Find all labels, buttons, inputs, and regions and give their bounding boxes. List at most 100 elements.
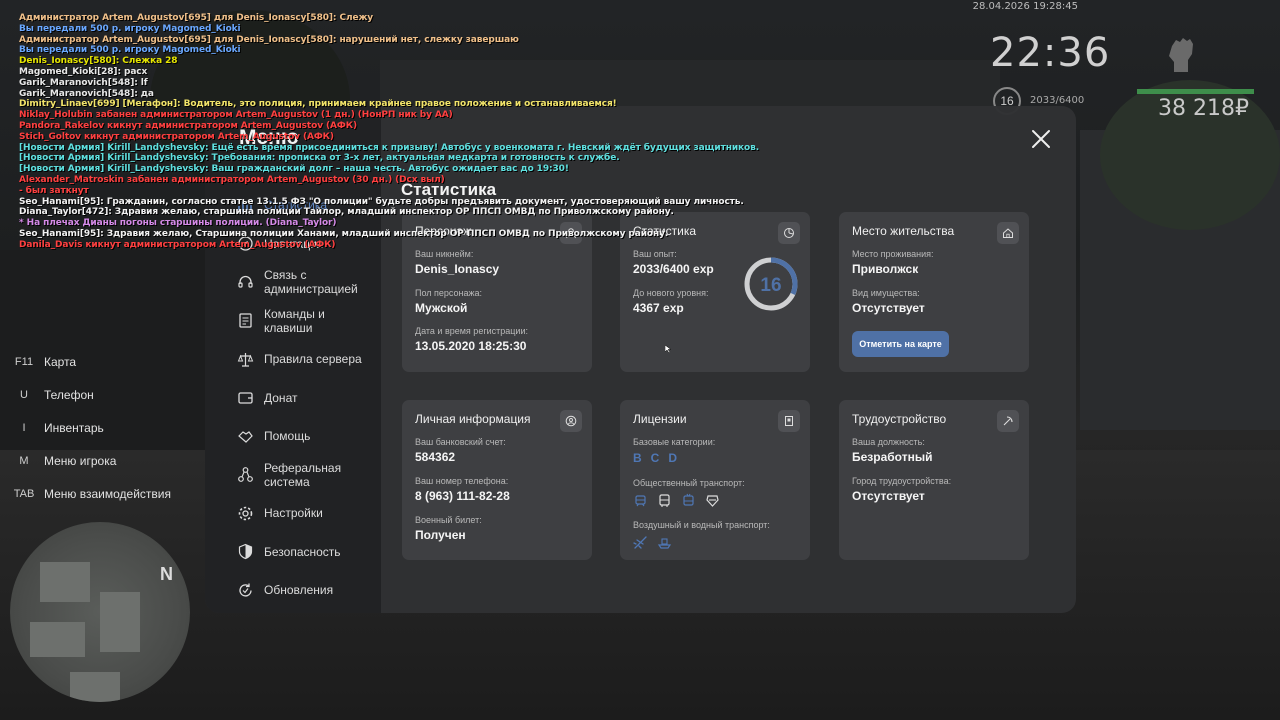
chat-line: Вы передали 500 р. игроку Magomed_Kioki [19, 45, 241, 56]
document-icon [237, 312, 254, 329]
key-hint-key: U [20, 388, 28, 401]
tram-icon [635, 495, 646, 507]
sidebar-item[interactable]: Обновления [237, 571, 364, 610]
sidebar-item-label: Донат [264, 390, 298, 405]
gender-label: Пол персонажа: [415, 288, 483, 298]
sidebar-item[interactable]: Команды и клавиши [237, 302, 364, 341]
sidebar-item[interactable]: Донат [237, 379, 364, 418]
chat-line: Pandora_Rakelov кикнут администратором A… [19, 120, 357, 131]
key-hint: F11 Карта [10, 345, 171, 378]
property-field: Вид имущества: Отсутствует [852, 288, 925, 315]
license-icon [778, 410, 800, 432]
phone-value: 8 (963) 111-82-28 [415, 489, 510, 503]
chat-line: [Новости Армия] Kirill_Landyshevsky: Тре… [19, 153, 620, 164]
card-personal-info: Личная информация Ваш банковский счет: 5… [402, 400, 592, 560]
chat-line: Dimitry_Linaev[699] [Мегафон]: Водитель,… [19, 99, 617, 110]
sidebar-item-label: Правила сервера [264, 352, 362, 367]
key-hint-label: Инвентарь [44, 420, 104, 435]
key-hints: F11 Карта U Телефон I Инвентарь M Меню игрока TA… [10, 345, 171, 510]
registration-value: 13.05.2020 18:25:30 [415, 339, 527, 353]
bank-field: Ваш банковский счет: 584362 [415, 437, 506, 464]
card-residence: Место жительства Место проживания: Приво… [839, 212, 1029, 372]
basic-categories-label: Базовые категории: [633, 437, 716, 447]
hud-clock: 22:36 [990, 30, 1111, 76]
mark-on-map-button[interactable]: Отметить на карте [852, 331, 949, 357]
sidebar-item[interactable]: Безопасность [237, 533, 364, 572]
job-city-label: Город трудоустройства: [852, 476, 952, 486]
key-hint: TAB Меню взаимодействия [10, 477, 171, 510]
property-value: Отсутствует [852, 301, 925, 315]
nickname-field: Ваш никнейм: Denis_Ionascy [415, 249, 499, 276]
handshake-icon [237, 428, 254, 445]
nickname-value: Denis_Ionascy [415, 262, 500, 276]
sidebar-item[interactable]: Правила сервера [237, 340, 364, 379]
sidebar-item-label: Реферальная система [264, 460, 342, 489]
chat-line: Denis_Ionascy[580]: Слежка 28 [19, 56, 178, 67]
chat-line: Seo_Hanami[95]: Гражданин, согласно стат… [19, 196, 744, 207]
bank-label: Ваш банковский счет: [415, 437, 506, 447]
chat-line: Seo_Hanami[95]: Здравия желаю, Старшина … [19, 228, 669, 239]
chat-line: Magomed_Kioki[28]: расх [19, 66, 148, 77]
chat-line: Alexander_Matroskin забанен администрато… [19, 174, 445, 185]
next-level-value: 4367 exp [633, 301, 684, 315]
chat-line: Администратор Artem_Augustov[695] для De… [19, 34, 519, 45]
sidebar-item[interactable]: Реферальная система [237, 456, 364, 495]
gender-field: Пол персонажа: Мужской [415, 288, 482, 315]
chat-line: * На плечах Дианы погоны старшины полици… [19, 218, 337, 229]
mouse-cursor-icon [665, 345, 671, 353]
sidebar-item[interactable]: Настройки [237, 494, 364, 533]
chat-line: Diana_Taylor[472]: Здравия желаю, старши… [19, 207, 674, 218]
place-label: Место проживания: [852, 249, 934, 259]
license-category: C [650, 451, 660, 465]
card-title: Лицензии [633, 412, 687, 426]
job-city-field: Город трудоустройства: Отсутствует [852, 476, 951, 503]
fist-icon [1160, 32, 1204, 76]
minimap-north: N [160, 564, 173, 584]
sidebar-item-label: Настройки [264, 506, 323, 521]
license-category: D [668, 451, 678, 465]
key-hint: U Телефон [10, 378, 171, 411]
sidebar-item-label: Команды и клавиши [264, 306, 325, 335]
registration-field: Дата и время регистрации: 13.05.2020 18:… [415, 326, 528, 353]
chat-line: Garik_Maranovich[548]: да [19, 88, 154, 99]
military-field: Военный билет: Получен [415, 515, 482, 542]
headset-icon [237, 274, 254, 291]
chat-line: Garik_Maranovich[548]: lf [19, 77, 148, 88]
sidebar-item[interactable]: Помощь [237, 417, 364, 456]
property-label: Вид имущества: [852, 288, 920, 298]
level-ring-value: 16 [760, 275, 781, 296]
key-hint-key: F11 [14, 355, 34, 368]
registration-label: Дата и время регистрации: [415, 326, 528, 336]
network-icon [237, 466, 254, 483]
plane-icon [633, 536, 647, 549]
chat-log: Администратор Artem_Augustov[695] для De… [19, 13, 760, 251]
sidebar-item[interactable]: Связь с администрацией [237, 263, 364, 302]
key-hint-key: M [19, 454, 29, 467]
close-icon[interactable] [1030, 128, 1052, 150]
chat-line: Администратор Artem_Augustov[695] для De… [19, 13, 374, 23]
minimap: N [10, 522, 190, 702]
phone-label: Ваш номер телефона: [415, 476, 509, 486]
air-water-label: Воздушный и водный транспорт: [633, 520, 770, 530]
position-field: Ваша должность: Безработный [852, 437, 932, 464]
key-hint-label: Карта [44, 354, 77, 369]
chat-line: Вы передали 500 р. игроку Magomed_Kioki [19, 23, 241, 34]
chat-line: [Новости Армия] Kirill_Landyshevsky: Ещё… [19, 142, 760, 153]
card-employment: Трудоустройство Ваша должность: Безработ… [839, 400, 1029, 560]
shield-icon [237, 543, 254, 560]
next-level-field: До нового уровня: 4367 exp [633, 288, 709, 315]
key-hint-label: Телефон [44, 387, 94, 402]
public-transport-icons [633, 493, 745, 508]
sidebar-item-label: Безопасность [264, 544, 341, 559]
air-water-icons [633, 535, 770, 550]
military-value: Получен [415, 528, 466, 542]
level-ring: 16 [744, 257, 798, 311]
boat-icon [657, 538, 672, 549]
hud-datetime: 28.04.2026 19:28:45 [972, 1, 1078, 12]
pickaxe-icon [997, 410, 1019, 432]
sidebar-item-label: Обновления [264, 583, 334, 598]
gender-value: Мужской [415, 301, 468, 315]
refresh-icon [237, 582, 254, 599]
metro-icon [706, 495, 719, 507]
key-hint: I Инвентарь [10, 411, 171, 444]
